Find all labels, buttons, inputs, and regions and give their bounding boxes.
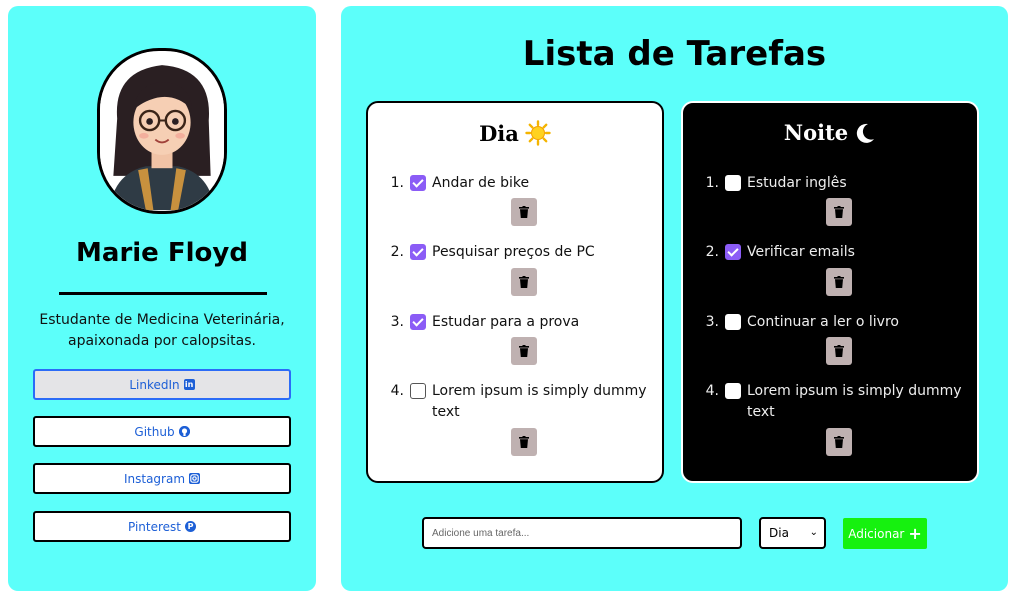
- task-panel: Lista de Tarefas Dia 1. Andar de bike 2.…: [341, 6, 1008, 591]
- sun-icon: [525, 120, 551, 146]
- trash-icon: [519, 345, 529, 357]
- trash-icon: [834, 345, 844, 357]
- trash-icon: [834, 436, 844, 448]
- task-text: Lorem ipsum is simply dummy text: [747, 383, 962, 420]
- task-number: 1.: [390, 175, 404, 191]
- link-label: Instagram: [123, 471, 186, 486]
- link-label: Github: [134, 424, 175, 439]
- day-list-card: Dia 1. Andar de bike 2. Pesquisar preços…: [366, 101, 664, 483]
- period-select-value: Dia: [769, 526, 789, 540]
- night-list-card: Noite 1. Estudar inglês 2. Verificar ema…: [681, 101, 979, 483]
- link-label: Pinterest: [127, 519, 181, 534]
- task-item: 2. Pesquisar preços de PC: [390, 242, 650, 263]
- pinterest-link[interactable]: Pinterest P: [33, 511, 291, 542]
- trash-icon: [519, 436, 529, 448]
- delete-task-button[interactable]: [511, 428, 537, 456]
- trash-icon: [519, 276, 529, 288]
- task-text: Estudar para a prova: [432, 314, 580, 330]
- task-number: 2.: [705, 244, 719, 260]
- task-text: Verificar emails: [747, 244, 855, 260]
- task-checkbox[interactable]: [725, 175, 741, 191]
- task-item: 4. Lorem ipsum is simply dummy text: [705, 381, 965, 423]
- task-item: 2. Verificar emails: [705, 242, 965, 263]
- github-link[interactable]: Github: [33, 416, 291, 447]
- trash-icon: [834, 276, 844, 288]
- linkedin-icon: in: [183, 379, 195, 390]
- task-checkbox[interactable]: [725, 383, 741, 399]
- bio-line: apaixonada por calopsitas.: [68, 333, 256, 349]
- plus-icon: +: [908, 523, 922, 543]
- task-item: 3. Estudar para a prova: [390, 312, 650, 333]
- linkedin-link[interactable]: LinkedIn in: [33, 369, 291, 400]
- task-checkbox[interactable]: [410, 175, 426, 191]
- moon-icon: [856, 123, 875, 143]
- task-text: Estudar inglês: [747, 175, 847, 191]
- task-input[interactable]: [422, 517, 742, 549]
- name-divider: [59, 292, 267, 295]
- task-item: 1. Andar de bike: [390, 173, 650, 194]
- add-task-button[interactable]: Adicionar +: [843, 518, 927, 549]
- profile-bio: Estudante de Medicina Veterinária, apaix…: [8, 310, 316, 352]
- delete-task-button[interactable]: [826, 198, 852, 226]
- task-item: 4. Lorem ipsum is simply dummy text: [390, 381, 650, 423]
- day-title-text: Dia: [479, 120, 519, 146]
- task-text: Andar de bike: [432, 175, 530, 191]
- task-checkbox[interactable]: [410, 314, 426, 330]
- task-checkbox[interactable]: [725, 244, 741, 260]
- task-number: 2.: [390, 244, 404, 260]
- task-checkbox[interactable]: [725, 314, 741, 330]
- chevron-down-icon: ⌄: [809, 527, 818, 538]
- avatar-illustration: [100, 51, 224, 211]
- avatar: [97, 48, 227, 214]
- task-checkbox[interactable]: [410, 244, 426, 260]
- trash-icon: [519, 206, 529, 218]
- github-icon: [178, 426, 190, 437]
- task-text: Lorem ipsum is simply dummy text: [432, 383, 647, 420]
- task-number: 4.: [705, 383, 719, 399]
- delete-task-button[interactable]: [826, 268, 852, 296]
- profile-card: Marie Floyd Estudante de Medicina Veteri…: [8, 6, 316, 591]
- instagram-link[interactable]: Instagram: [33, 463, 291, 494]
- task-number: 3.: [705, 314, 719, 330]
- instagram-icon: [189, 473, 201, 484]
- period-select[interactable]: Dia ⌄: [759, 517, 826, 549]
- pinterest-icon: P: [185, 521, 196, 532]
- delete-task-button[interactable]: [511, 268, 537, 296]
- delete-task-button[interactable]: [511, 198, 537, 226]
- profile-name: Marie Floyd: [76, 238, 248, 268]
- add-task-label: Adicionar: [848, 526, 905, 541]
- day-list-title: Dia: [368, 120, 662, 146]
- night-list-title: Noite: [683, 120, 977, 145]
- task-number: 4.: [390, 383, 404, 399]
- task-number: 3.: [390, 314, 404, 330]
- link-label: LinkedIn: [129, 377, 180, 392]
- night-title-text: Noite: [783, 120, 849, 145]
- task-item: 1. Estudar inglês: [705, 173, 965, 194]
- task-checkbox[interactable]: [410, 383, 426, 399]
- bio-line: Estudante de Medicina Veterinária,: [39, 312, 285, 328]
- task-text: Continuar a ler o livro: [747, 314, 899, 330]
- task-text: Pesquisar preços de PC: [432, 244, 595, 260]
- delete-task-button[interactable]: [826, 428, 852, 456]
- page-title: Lista de Tarefas: [522, 34, 827, 74]
- delete-task-button[interactable]: [826, 337, 852, 365]
- trash-icon: [834, 206, 844, 218]
- task-item: 3. Continuar a ler o livro: [705, 312, 965, 333]
- task-number: 1.: [705, 175, 719, 191]
- delete-task-button[interactable]: [511, 337, 537, 365]
